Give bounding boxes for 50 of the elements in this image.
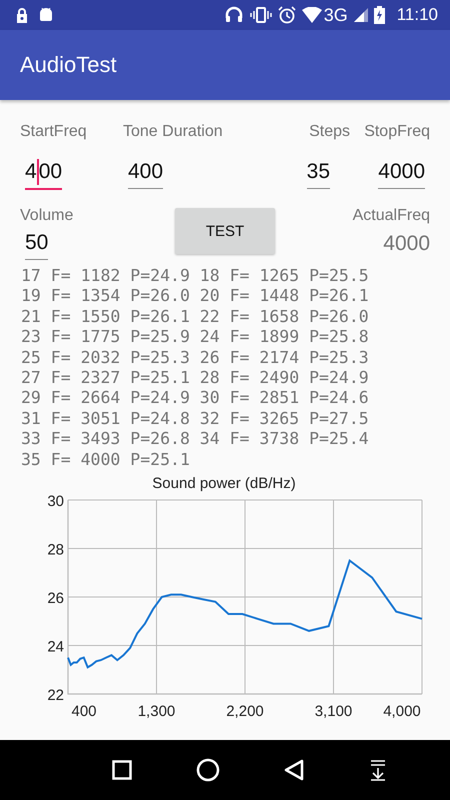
field-label: StartFreq [20,122,87,142]
chart-title: Sound power (dB/Hz) [152,475,296,492]
input-field[interactable]: 50 [25,230,48,260]
log-line: 31 F= 3051 P=24.8 32 F= 3265 P=27.5 [21,408,370,430]
signal-icon [354,8,368,22]
headset-icon [224,6,244,24]
log-line: 23 F= 1775 P=25.9 24 F= 1899 P=25.8 [21,327,370,348]
y-axis-label: 28 [47,542,64,559]
android-icon [38,8,54,22]
log-line: 33 F= 3493 P=26.8 34 F= 3738 P=25.4 [21,429,370,450]
download-icon[interactable] [368,759,388,781]
field-label: ActualFreq [352,206,430,226]
y-axis-label: 24 [47,638,64,656]
x-axis-label: 4,000 [383,703,421,720]
field-label: Steps [309,122,350,142]
home-icon[interactable] [196,758,220,782]
log-line: 19 F= 1354 P=26.0 20 F= 1448 P=26.1 [21,286,370,307]
back-icon[interactable] [284,759,304,781]
x-axis-label: 3,100 [314,703,352,720]
x-axis-label: 2,200 [226,703,264,720]
app-title: AudioTest [20,52,117,78]
wifi-icon [302,7,322,23]
y-axis-label: 26 [47,590,64,608]
test-button[interactable]: TEST [175,208,275,254]
lock-icon [15,7,29,23]
x-axis-label: 400 [71,703,97,720]
input-field[interactable]: 35 [306,159,330,189]
log-line: 27 F= 2327 P=25.1 28 F= 2490 P=24.9 [21,368,370,388]
log-line: 25 F= 2032 P=25.3 26 F= 2174 P=25.3 [21,348,370,368]
x-axis-label: 1,300 [138,703,176,720]
actual-frequency-value: 4000 [383,232,430,256]
battery-charging-icon [374,6,385,24]
log-line: 17 F= 1182 P=24.9 18 F= 1265 P=25.5 [21,266,370,286]
vibrate-icon [250,7,272,23]
alarm-icon [278,6,296,24]
input-field[interactable]: 400 [25,159,62,190]
y-axis-label: 30 [47,493,64,510]
clock-time: 11:10 [396,5,438,25]
field-label: Volume [20,206,74,226]
network-type: 3G [324,4,348,26]
y-axis-label: 22 [47,687,64,704]
field-label: StopFreq [364,122,430,142]
log-line: 29 F= 2664 P=24.9 30 F= 2851 P=24.6 [21,388,370,409]
input-field[interactable]: 4000 [378,159,425,189]
input-field[interactable]: 400 [128,159,164,189]
recents-icon[interactable] [112,760,132,780]
log-line: 35 F= 4000 P=25.1 [21,450,191,470]
field-label: Tone Duration [123,122,223,142]
log-line: 21 F= 1550 P=26.1 22 F= 1658 P=26.0 [21,306,370,328]
text-cursor [36,159,39,185]
